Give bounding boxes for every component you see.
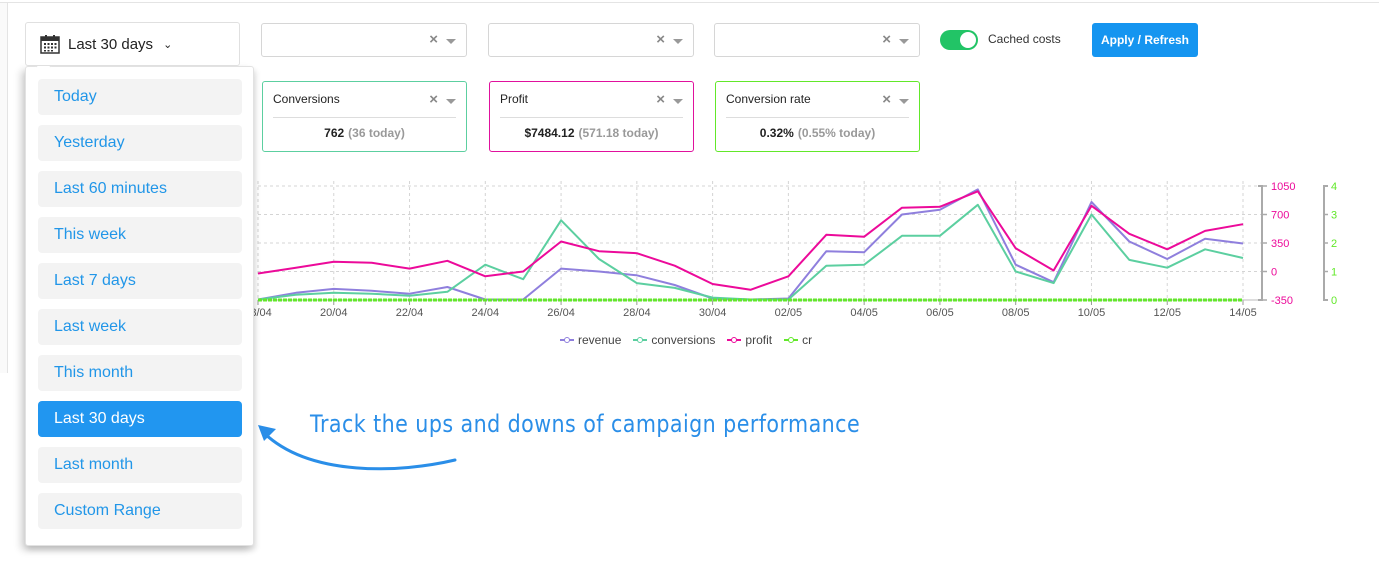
annotation-text: Track the ups and downs of campaign perf…	[310, 410, 861, 438]
x-tick-label: 14/05	[1229, 307, 1257, 319]
divider	[273, 117, 456, 118]
metric-value: 762	[324, 126, 345, 140]
metric-today: (0.55% today)	[797, 126, 876, 140]
metric-card-conversions: Conversions × 762 (36 today)	[262, 81, 467, 152]
legend-item-conversions[interactable]: conversions	[633, 333, 715, 347]
caret-down-icon[interactable]	[446, 38, 456, 44]
legend-label: revenue	[578, 333, 622, 347]
date-option-this-month[interactable]: This month	[38, 355, 242, 391]
clear-icon[interactable]: ×	[882, 32, 891, 48]
x-tick-label: 26/04	[547, 307, 575, 319]
divider	[500, 117, 683, 118]
clear-icon[interactable]: ×	[656, 92, 665, 108]
x-tick-label: 28/04	[623, 307, 651, 319]
date-option-yesterday[interactable]: Yesterday	[38, 125, 242, 161]
date-range-label: Last 30 days	[68, 35, 154, 53]
chevron-down-icon: ⌄	[163, 38, 173, 51]
x-tick-label: 22/04	[396, 307, 424, 319]
toggle-knob	[960, 32, 976, 48]
date-option-custom-range[interactable]: Custom Range	[38, 493, 242, 529]
legend-marker-icon	[560, 335, 574, 345]
date-option-last-week[interactable]: Last week	[38, 309, 242, 345]
x-tick-label: 08/05	[1002, 307, 1030, 319]
date-option-last-60-minutes[interactable]: Last 60 minutes	[38, 171, 242, 207]
legend-label: profit	[745, 333, 773, 347]
y-tick-label-profit: -350	[1271, 295, 1293, 307]
date-option-last-30-days[interactable]: Last 30 days	[38, 401, 242, 437]
y-tick-label-cr: 3	[1331, 210, 1337, 222]
metric-today: (571.18 today)	[578, 126, 659, 140]
clear-icon[interactable]: ×	[882, 92, 891, 108]
y-tick-label-profit: 350	[1271, 238, 1289, 250]
date-option-this-week[interactable]: This week	[38, 217, 242, 253]
series-line-revenue	[257, 188, 1244, 301]
y-tick-label-profit: 1050	[1271, 181, 1295, 193]
top-divider	[0, 0, 1379, 3]
filter-select-3[interactable]: ×	[714, 23, 920, 57]
date-option-today[interactable]: Today	[38, 79, 242, 115]
x-tick-label: 02/05	[775, 307, 803, 319]
calendar-icon	[40, 35, 60, 54]
date-option-last-7-days[interactable]: Last 7 days	[38, 263, 242, 299]
cached-costs-toggle[interactable]	[940, 30, 978, 50]
legend-marker-icon	[727, 335, 742, 345]
metric-card-profit: Profit × $7484.12 (571.18 today)	[489, 81, 694, 152]
clear-icon[interactable]: ×	[656, 32, 665, 48]
date-range-button[interactable]: Last 30 days ⌄	[25, 22, 240, 66]
date-option-last-month[interactable]: Last month	[38, 447, 242, 483]
legend-label: cr	[802, 333, 813, 347]
caret-down-icon[interactable]	[899, 98, 909, 104]
metric-today: (36 today)	[348, 126, 405, 140]
x-tick-label: 30/04	[699, 307, 727, 319]
series-line-conversions	[257, 203, 1244, 301]
x-tick-label: 12/05	[1153, 307, 1181, 319]
x-tick-label: 04/05	[850, 307, 878, 319]
caret-down-icon[interactable]	[673, 38, 683, 44]
chart-legend: revenue conversions profit cr	[560, 333, 812, 347]
x-tick-label: 24/04	[472, 307, 500, 319]
metric-title: Conversion rate	[726, 92, 811, 106]
caret-down-icon[interactable]	[899, 38, 909, 44]
y-tick-label-cr: 0	[1331, 295, 1337, 307]
y-tick-label-cr: 1	[1331, 267, 1337, 279]
date-range-dropdown: Today Yesterday Last 60 minutes This week La…	[25, 66, 254, 546]
divider	[726, 117, 909, 118]
metric-value: $7484.12	[524, 126, 575, 140]
clear-icon[interactable]: ×	[429, 32, 438, 48]
metric-title: Profit	[500, 92, 529, 106]
metric-card-conversion-rate: Conversion rate × 0.32% (0.55% today)	[715, 81, 920, 152]
y-tick-label-cr: 2	[1331, 238, 1337, 250]
y-tick-label-profit: 700	[1271, 210, 1289, 222]
caret-down-icon[interactable]	[446, 98, 456, 104]
filter-select-1[interactable]: ×	[261, 23, 467, 57]
cached-costs-label: Cached costs	[988, 32, 1061, 46]
filter-select-2[interactable]: ×	[488, 23, 694, 57]
metric-value: 0.32%	[759, 126, 794, 140]
apply-refresh-button[interactable]: Apply / Refresh	[1092, 23, 1198, 57]
legend-item-revenue[interactable]: revenue	[560, 333, 621, 347]
y-tick-label-cr: 4	[1331, 181, 1337, 193]
metric-title: Conversions	[273, 92, 340, 106]
legend-marker-icon	[633, 335, 648, 345]
caret-down-icon[interactable]	[673, 98, 683, 104]
x-tick-label: 20/04	[320, 307, 348, 319]
legend-item-cr[interactable]: cr	[784, 333, 812, 347]
x-tick-label: 06/05	[926, 307, 954, 319]
legend-item-profit[interactable]: profit	[727, 333, 772, 347]
x-tick-label: 10/05	[1078, 307, 1106, 319]
clear-icon[interactable]: ×	[429, 92, 438, 108]
legend-label: conversions	[651, 333, 716, 347]
legend-marker-icon	[784, 335, 799, 345]
y-tick-label-profit: 0	[1271, 267, 1277, 279]
